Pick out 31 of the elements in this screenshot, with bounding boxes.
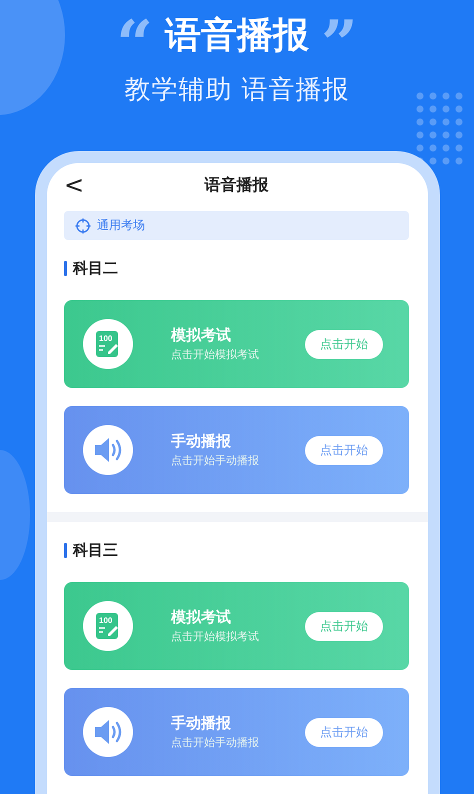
location-label: 通用考场: [97, 217, 145, 234]
card-title: 模拟考试: [171, 326, 231, 345]
feature-card[interactable]: 手动播报 点击开始手动播报 点击开始: [64, 406, 409, 494]
back-button[interactable]: <: [64, 171, 84, 199]
feature-card[interactable]: 手动播报 点击开始手动播报 点击开始: [64, 688, 409, 776]
score-sheet-icon: 100: [83, 319, 133, 369]
speaker-icon: [83, 425, 133, 475]
start-button[interactable]: 点击开始: [305, 436, 383, 464]
start-button[interactable]: 点击开始: [305, 612, 383, 640]
start-button[interactable]: 点击开始: [305, 330, 383, 358]
quote-mark: ”: [321, 13, 358, 57]
card-title: 模拟考试: [171, 608, 231, 627]
headline-title: 语音播报: [165, 14, 309, 58]
feature-card[interactable]: 100 模拟考试 点击开始模拟考试 点击开始: [64, 582, 409, 670]
section-title: 科目二: [73, 258, 118, 278]
card-title: 手动播报: [171, 714, 231, 733]
speaker-icon: [83, 707, 133, 757]
card-description: 点击开始手动播报: [171, 735, 259, 750]
card-description: 点击开始模拟考试: [171, 347, 259, 362]
crosshair-icon: [75, 218, 91, 234]
nav-title: 语音播报: [204, 174, 268, 196]
section-title: 科目三: [73, 540, 118, 560]
headline-subtitle: 教学辅助 语音播报: [123, 74, 351, 107]
location-bar[interactable]: 通用考场: [64, 211, 409, 240]
card-description: 点击开始模拟考试: [171, 629, 259, 644]
quote-mark: “: [116, 13, 153, 57]
score-sheet-icon: 100: [83, 601, 133, 651]
card-description: 点击开始手动播报: [171, 453, 259, 468]
card-title: 手动播报: [171, 432, 231, 451]
feature-card[interactable]: 100 模拟考试 点击开始模拟考试 点击开始: [64, 300, 409, 388]
start-button[interactable]: 点击开始: [305, 718, 383, 746]
